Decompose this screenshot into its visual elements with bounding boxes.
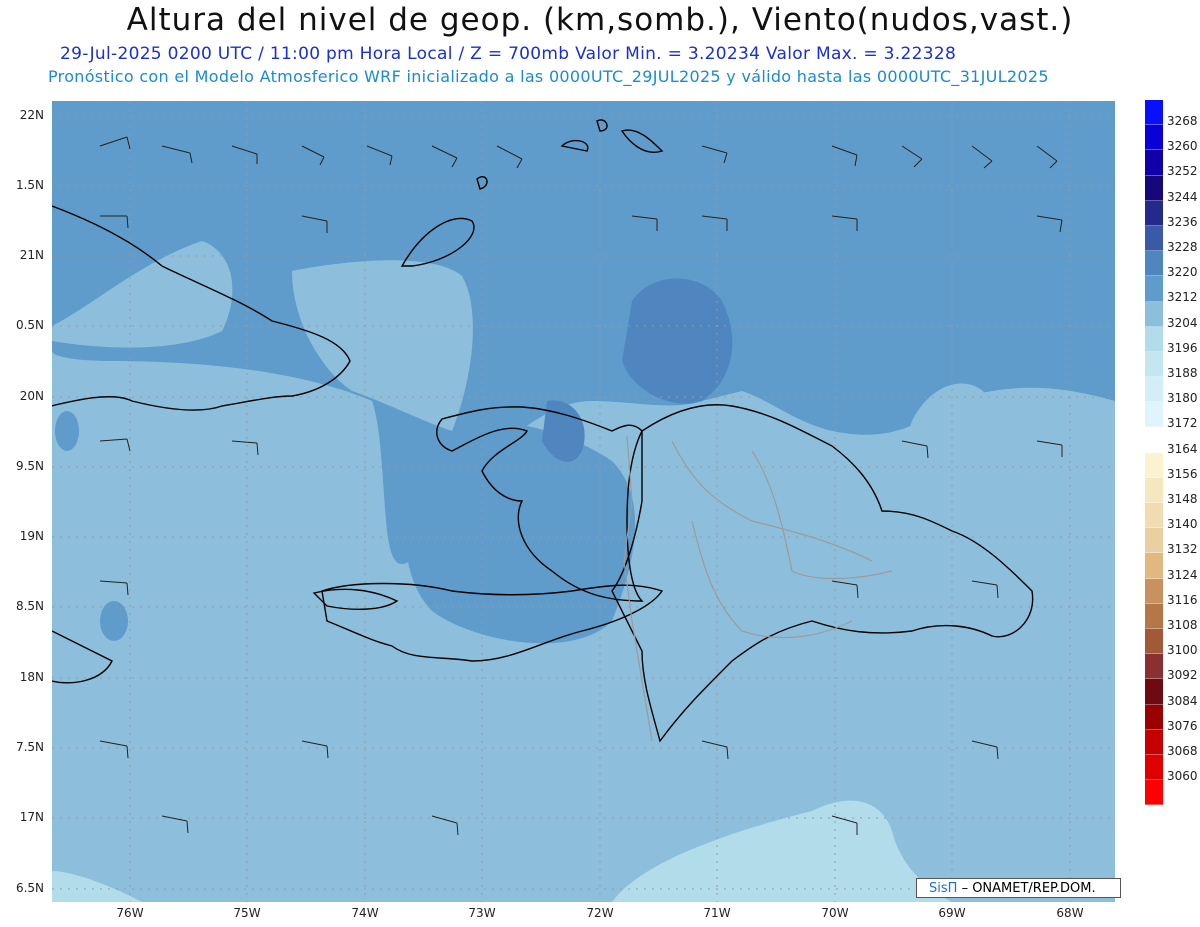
lon-label: 71W [703,906,731,920]
colorbar [1145,100,1163,806]
colorbar-cell [1145,427,1163,453]
lat-label: 7.5N [15,740,44,754]
colorbar-label: 3140 [1167,517,1198,532]
colorbar-label: 3108 [1167,618,1198,632]
colorbar-cell [1145,200,1163,226]
lon-label: 75W [233,906,261,920]
colorbar-cell [1145,402,1163,428]
colorbar-label: 3148 [1167,492,1198,506]
colorbar-label: 3068 [1167,744,1198,758]
colorbar-cell [1145,679,1163,705]
colorbar-label: 3236 [1167,214,1198,229]
colorbar-label: 3204 [1167,315,1198,330]
lat-label: 17N [19,810,44,824]
lat-label: 21N [19,248,44,262]
lat-label: 8.5N [15,599,44,613]
small-blob [100,601,128,641]
colorbar-label: 3156 [1167,466,1198,481]
colorbar-cell [1145,100,1163,126]
colorbar-label: 3212 [1167,290,1198,305]
colorbar-cell [1145,175,1163,201]
colorbar-cell [1145,477,1163,503]
colorbar-cell [1145,225,1163,252]
lon-label: 74W [351,906,379,920]
colorbar-label: 3228 [1167,240,1198,254]
colorbar-label: 3180 [1167,391,1198,406]
colorbar-label: 3220 [1167,265,1198,280]
lat-label: 9.5N [15,459,44,473]
colorbar-label: 3260 [1167,139,1198,154]
colorbar-cell [1145,654,1163,680]
lon-label: 70W [821,906,849,920]
colorbar-label: 3132 [1167,542,1198,557]
colorbar-cell [1145,578,1163,604]
colorbar-label: 3076 [1167,718,1198,733]
sis-logo-text: SisΠ [929,881,958,896]
colorbar-label: 3116 [1167,592,1198,607]
credit-org: – ONAMET/REP.DOM. [961,881,1096,896]
model-info: Pronóstico con el Modelo Atmosferico WRF… [48,67,1049,86]
lat-label: 20N [19,389,44,403]
lat-label: 18N [19,670,44,684]
lat-label: 0.5N [15,318,44,332]
colorbar-label: 3268 [1167,114,1198,128]
lon-label: 69W [938,906,966,920]
colorbar-cell [1145,125,1163,151]
colorbar-cell [1145,603,1163,629]
colorbar-cell [1145,326,1163,352]
high-field-haiti [404,421,636,644]
colorbar-label: 3188 [1167,366,1198,380]
colorbar-cell [1145,780,1163,806]
lat-label: 6.5N [15,881,44,895]
colorbar-cell [1145,150,1163,176]
lon-label: 73W [468,906,496,920]
colorbar-cell [1145,704,1163,730]
colorbar-cell [1145,452,1163,478]
colorbar-cell [1145,729,1163,755]
colorbar-label: 3164 [1167,441,1198,456]
colorbar-cell [1145,377,1163,403]
lat-label: 22N [19,108,44,122]
colorbar-label: 3172 [1167,416,1198,431]
forecast-info: 29-Jul-2025 0200 UTC / 11:00 pm Hora Loc… [60,44,957,64]
colorbar-cell [1145,503,1163,529]
colorbar-cell [1145,276,1163,302]
colorbar-cell [1145,628,1163,655]
lon-label: 76W [116,906,144,920]
map-panel [52,101,1115,902]
lat-label: 19N [19,529,44,543]
colorbar-cell [1145,301,1163,327]
lon-label: 68W [1056,906,1084,920]
colorbar-cell [1145,351,1163,378]
colorbar-label: 3244 [1167,189,1198,204]
map-svg [52,101,1115,902]
small-blob-2 [55,411,79,451]
chart-title: Altura del nivel de geop. (km,somb.), Vi… [126,2,1074,38]
colorbar-label: 3060 [1167,769,1198,784]
colorbar-label: 3196 [1167,340,1198,355]
colorbar-label: 3100 [1167,643,1198,658]
colorbar-label: 3092 [1167,668,1198,683]
colorbar-cell [1145,528,1163,554]
lat-label: 1.5N [15,178,44,192]
credit-box: SisΠ – ONAMET/REP.DOM. [916,878,1121,898]
colorbar-label: 3124 [1167,567,1198,582]
lon-label: 72W [586,906,614,920]
colorbar-cell [1145,251,1163,277]
colorbar-cell [1145,553,1163,579]
peak-field [622,278,733,404]
colorbar-label: 3084 [1167,693,1198,708]
colorbar-label: 3252 [1167,164,1198,179]
colorbar-cell [1145,754,1163,781]
